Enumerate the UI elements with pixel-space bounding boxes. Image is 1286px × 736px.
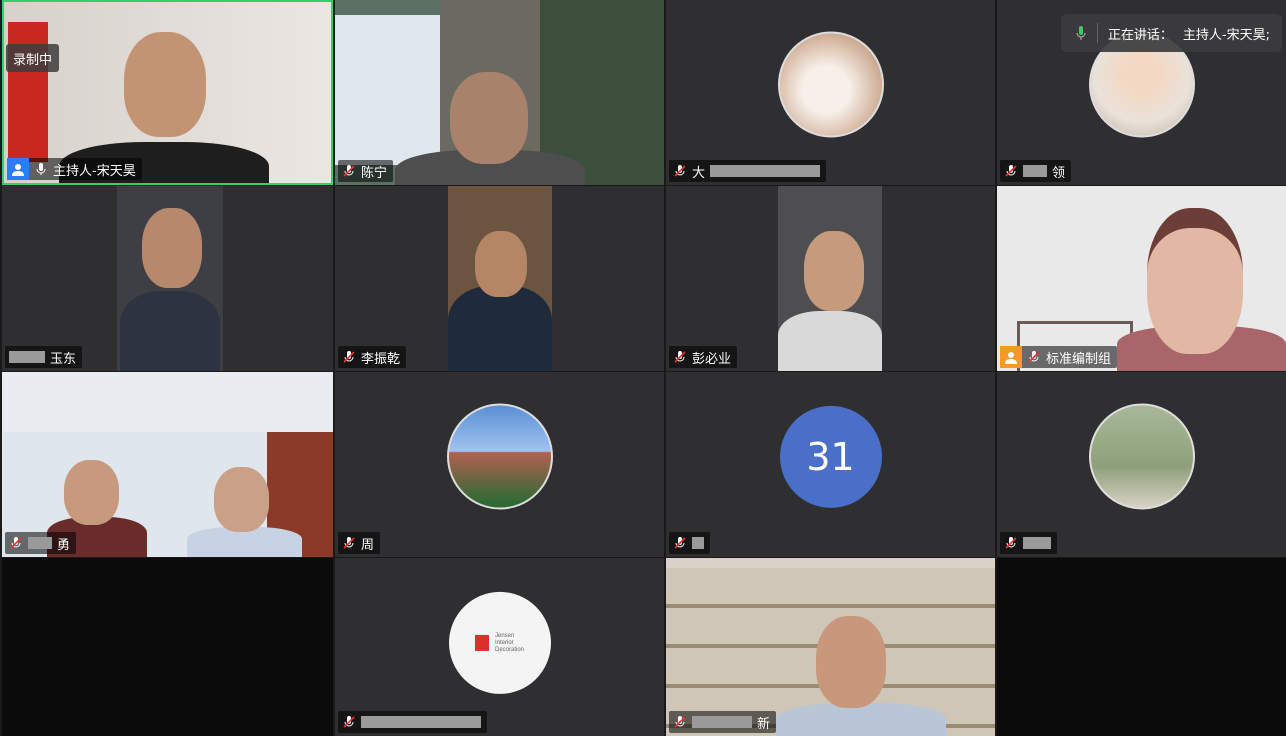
person-head [804, 231, 864, 311]
profile-avatar [446, 403, 553, 510]
mic-muted-icon [674, 716, 686, 728]
name-label [338, 711, 487, 733]
host-head [124, 32, 206, 137]
name-label: 周 [338, 532, 381, 554]
participant-name: 领 [1052, 165, 1066, 181]
redaction [692, 537, 704, 549]
participant-name: 大 [692, 165, 706, 181]
initials-avatar: 31 [779, 405, 882, 508]
mic-muted-icon [343, 165, 355, 177]
mic-muted-icon [343, 537, 355, 549]
participant-name: 主持人-宋天昊 [53, 163, 136, 179]
name-label: 新 [669, 711, 777, 733]
active-speaker-indicator: 正在讲话： 主持人-宋天昊; [1060, 14, 1282, 52]
video-tile[interactable] [997, 372, 1286, 557]
participant-name: 陈宁 [361, 165, 388, 181]
host-avatar-icon [7, 158, 29, 180]
video-grid: 录制中 主持人-宋天昊 陈宁 大 领 玉东 李振乾 彭必业 标准编制组 勇 周 … [0, 0, 1286, 736]
video-tile[interactable]: Jensen Interior Decoration [335, 558, 664, 736]
video-tile[interactable]: 陈宁 [335, 0, 664, 185]
mic-icon [36, 163, 46, 175]
video-tile[interactable]: 31 [666, 372, 995, 557]
empty-tile [2, 558, 333, 736]
mic-muted-icon [674, 537, 686, 549]
name-label: 陈宁 [338, 160, 394, 182]
video-tile[interactable]: 勇 [2, 372, 333, 557]
participant-name: 勇 [57, 537, 71, 553]
person-head [816, 616, 886, 708]
video-tile[interactable]: 大 [666, 0, 995, 185]
person-body [776, 703, 946, 736]
redaction [1023, 537, 1051, 549]
name-label: 勇 [5, 532, 77, 554]
user-avatar-icon [1000, 346, 1022, 368]
redaction [710, 165, 821, 177]
person-head [475, 231, 527, 297]
profile-avatar [1088, 403, 1195, 510]
name-label: 主持人-宋天昊 [7, 158, 142, 180]
name-label: 彭必业 [669, 346, 738, 368]
recording-label: 录制中 [13, 52, 53, 68]
empty-tile [997, 558, 1286, 736]
person-head [64, 460, 119, 525]
redaction [1023, 165, 1047, 177]
mic-muted-icon [1028, 351, 1040, 363]
person-head [214, 467, 269, 532]
participant-name: 李振乾 [361, 351, 401, 367]
ceiling [2, 372, 333, 432]
redaction [28, 537, 52, 549]
flag-image [8, 22, 48, 162]
name-label [669, 532, 710, 554]
mic-muted-icon [674, 351, 686, 363]
participant-name: 彭必业 [692, 351, 732, 367]
redaction [692, 716, 752, 728]
name-label: 标准编制组 [1000, 346, 1118, 368]
redaction [361, 716, 481, 728]
participant-name: 新 [757, 716, 771, 732]
name-label: 领 [1000, 160, 1072, 182]
redaction [9, 351, 45, 363]
person-body [778, 311, 882, 371]
recording-indicator: 录制中 [6, 44, 60, 72]
participant-name: 玉东 [50, 351, 77, 367]
person-head [1147, 208, 1243, 354]
participant-name: 标准编制组 [1046, 351, 1112, 367]
person-body [120, 291, 220, 371]
person-head [142, 208, 202, 288]
speaking-name: 主持人-宋天昊; [1182, 27, 1270, 43]
person-body [448, 286, 552, 371]
video-tile[interactable]: 彭必业 [666, 186, 995, 371]
mic-muted-icon [343, 351, 355, 363]
video-tile[interactable]: 玉东 [2, 186, 333, 371]
speaking-prefix: 正在讲话： [1107, 27, 1173, 43]
mic-muted-icon [343, 716, 355, 728]
video-tile[interactable]: 标准编制组 [997, 186, 1286, 371]
window-background [335, 15, 440, 165]
company-logo: Jensen Interior Decoration [448, 591, 551, 694]
name-label [1000, 532, 1057, 554]
logo-text: Jensen Interior Decoration [494, 632, 524, 653]
mic-muted-icon [1005, 537, 1017, 549]
mic-muted-icon [10, 537, 22, 549]
logo-mark-icon [474, 634, 489, 651]
divider [1096, 23, 1098, 43]
video-tile-host[interactable]: 录制中 主持人-宋天昊 [2, 0, 333, 185]
mic-icon [1076, 26, 1086, 40]
person-head [450, 72, 528, 164]
name-label: 大 [669, 160, 827, 182]
participant-name: 周 [361, 537, 375, 553]
mic-muted-icon [674, 165, 686, 177]
name-label: 李振乾 [338, 346, 407, 368]
mic-muted-icon [1005, 165, 1017, 177]
name-label: 玉东 [5, 346, 83, 368]
video-tile[interactable]: 新 [666, 558, 995, 736]
video-tile[interactable]: 周 [335, 372, 664, 557]
video-tile[interactable]: 李振乾 [335, 186, 664, 371]
profile-avatar [777, 31, 884, 138]
